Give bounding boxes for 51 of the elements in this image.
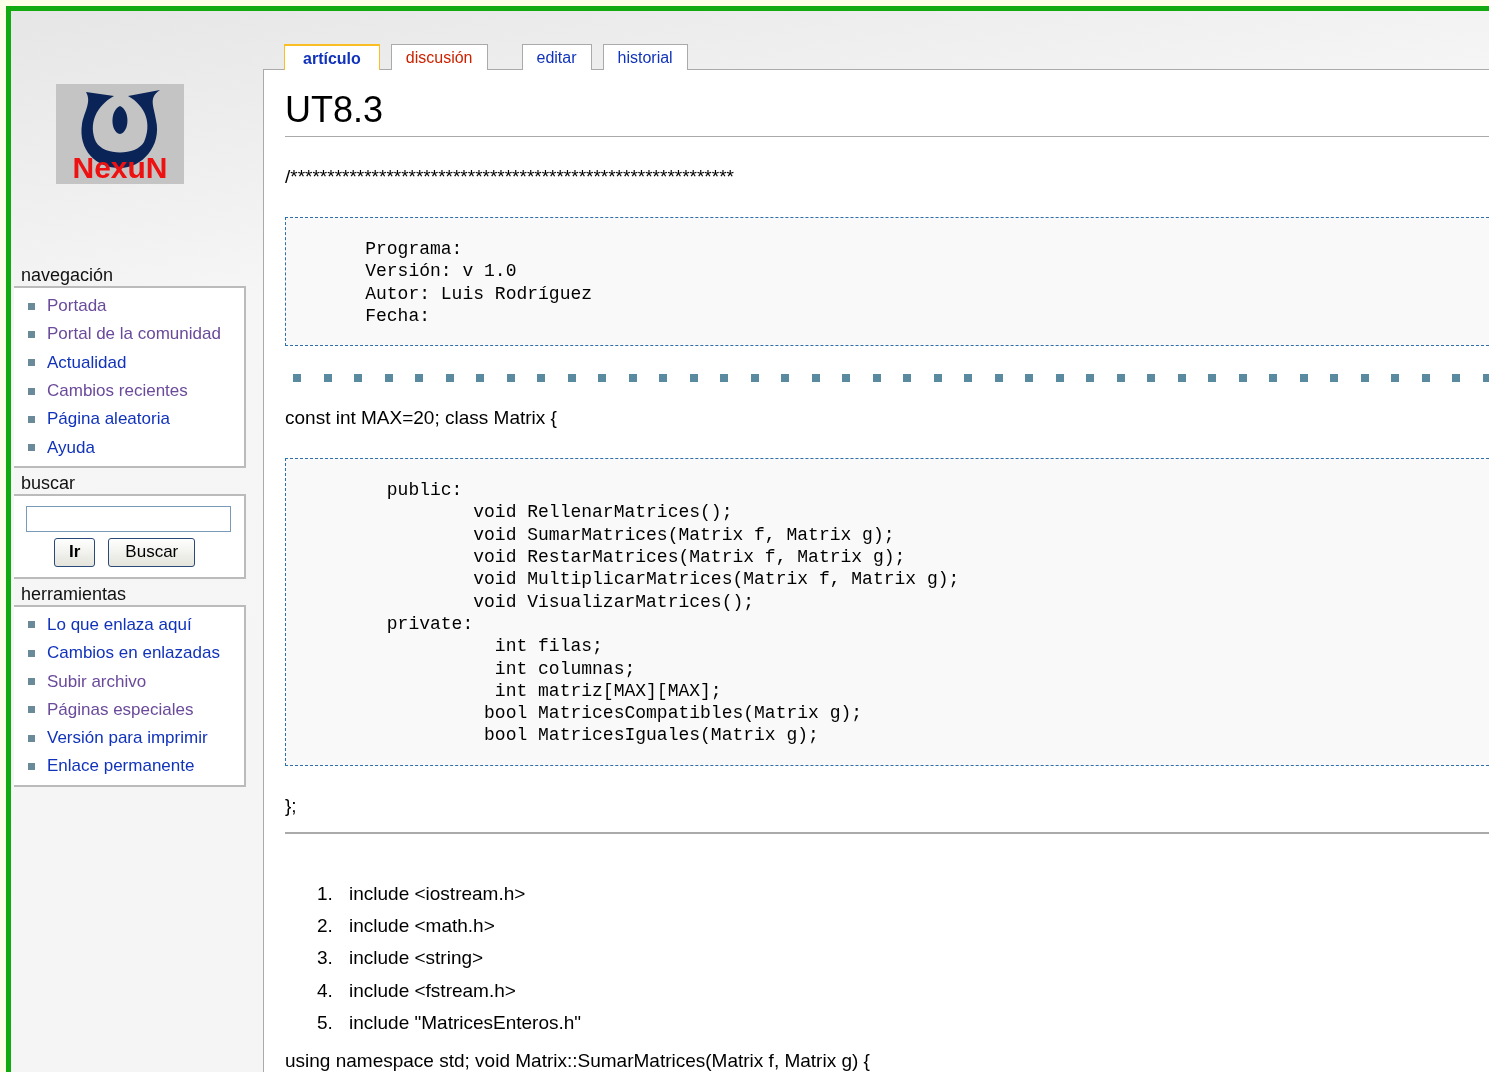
bullet-icon: [28, 734, 35, 742]
list-number: 5.: [317, 1012, 334, 1035]
code-block: public: void RellenarMatrices(); void SumarMatrices(Matrix f, Matrix g); void RestarMatrices(Matrix f, Matrix g); void MultiplicarMatrices(Matrix f, Matrix g); void VisualizarMatrices(); private: int filas; int columnas; int matriz[MAX][MAX]; bool MatricesCompatibles(Matrix g); bool MatricesIguales(Matrix g);: [285, 458, 1489, 766]
portlet-title: buscar: [20, 473, 77, 493]
tab[interactable]: historial: [602, 44, 688, 70]
bullet-icon: [28, 387, 35, 395]
bullet-icon: [28, 359, 35, 367]
list-number: 4.: [317, 979, 334, 1002]
paragraph: using namespace std; void Matrix::SumarMatrices(Matrix f, Matrix g) {: [285, 1049, 871, 1072]
search-field[interactable]: [26, 505, 231, 532]
list-number: 2.: [317, 915, 334, 938]
list-item: include <fstream.h>: [349, 979, 516, 1002]
sidebar-link[interactable]: Portal de la comunidad: [47, 324, 221, 345]
tab[interactable]: editar: [521, 44, 592, 70]
list-number: 1.: [317, 882, 334, 905]
sidebar-link[interactable]: Ayuda: [47, 437, 95, 458]
paragraph: const int MAX=20; class Matrix {: [285, 406, 558, 431]
bullet-icon: [28, 330, 35, 338]
sidebar-link[interactable]: Página aleatoria: [47, 409, 170, 430]
bullet-icon: [28, 678, 35, 685]
bullet-icon: [28, 621, 35, 629]
sidebar-link[interactable]: Lo que enlaza aquí: [47, 614, 192, 635]
bullet-icon: [28, 302, 35, 310]
sidebar-link[interactable]: Cambios en enlazadas: [47, 643, 220, 664]
sidebar-link[interactable]: Subir archivo: [47, 671, 147, 692]
portlet-title: herramientas: [20, 584, 128, 604]
list-item: include <string>: [349, 947, 484, 970]
sidebar-link[interactable]: Enlace permanente: [47, 756, 195, 777]
page-title: UT8.3: [285, 88, 1489, 137]
bullet-icon: [28, 706, 35, 714]
code-block: Programa: Versión: v 1.0 Autor: Luis Rodríguez Fecha:: [285, 217, 1489, 347]
sidebar-link[interactable]: Cambios recientes: [47, 381, 188, 402]
tab[interactable]: artículo: [284, 44, 380, 70]
tab[interactable]: discusión: [390, 44, 488, 70]
list-item: include <iostream.h>: [349, 882, 526, 905]
paragraph: };: [285, 793, 298, 818]
paragraph: /************************************************************: [285, 165, 735, 189]
search-button[interactable]: Ir: [54, 537, 96, 567]
sidebar-link[interactable]: Actualidad: [47, 352, 127, 373]
sidebar-link[interactable]: Páginas especiales: [47, 699, 194, 720]
bullet-icon: [28, 415, 35, 423]
bullet-icon: [28, 649, 35, 657]
sidebar-link[interactable]: Portada: [47, 296, 107, 317]
bullet-icon: [28, 444, 35, 452]
list-item: include <math.h>: [349, 915, 495, 938]
list-number: 3.: [317, 947, 334, 970]
sidebar-link[interactable]: Versión para imprimir: [47, 728, 208, 749]
search-button[interactable]: Buscar: [108, 537, 196, 567]
list-item: include "MatricesEnteros.h": [349, 1012, 582, 1035]
bullet-icon: [28, 762, 35, 770]
portlet-title: navegación: [20, 266, 115, 285]
